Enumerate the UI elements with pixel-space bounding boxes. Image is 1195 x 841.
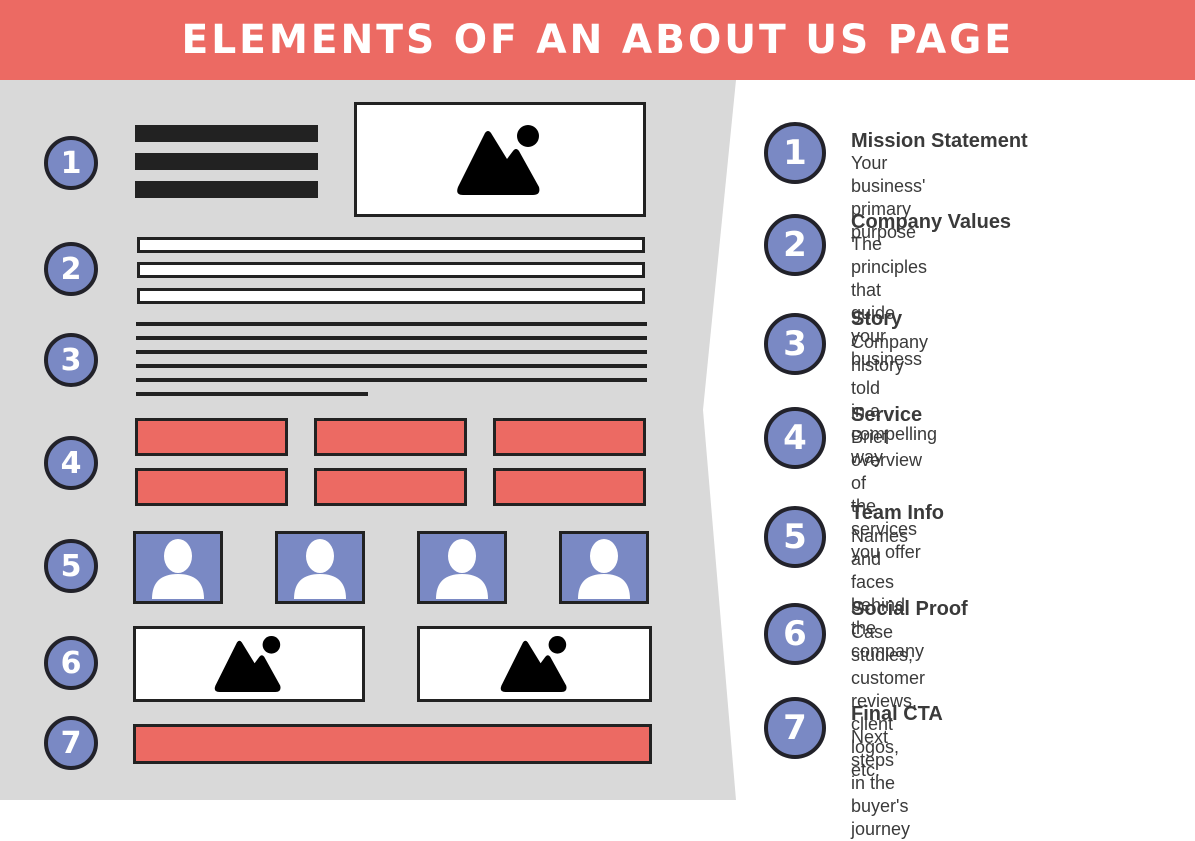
wireframe-marker-5: 5 — [44, 539, 98, 593]
image-icon — [214, 636, 281, 692]
service-box — [493, 468, 646, 506]
user-icon — [152, 539, 204, 599]
service-box — [314, 468, 467, 506]
service-box — [314, 418, 467, 456]
heading-bar — [135, 125, 318, 142]
wireframe-marker-7: 7 — [44, 716, 98, 770]
values-bar — [137, 288, 645, 304]
legend-number-badge: 4 — [764, 407, 826, 469]
user-icon — [294, 539, 346, 599]
heading-bar — [135, 181, 318, 198]
legend-title: Story — [851, 308, 903, 330]
wireframe-marker-1: 1 — [44, 136, 98, 190]
wireframe-marker-4: 4 — [44, 436, 98, 490]
header-banner: ELEMENTS OF AN ABOUT US PAGE — [0, 0, 1195, 80]
heading-bar — [135, 153, 318, 170]
wireframe-marker-3: 3 — [44, 333, 98, 387]
legend-title: Team Info — [851, 502, 944, 524]
text-line — [136, 322, 647, 326]
legend-number-badge: 7 — [764, 697, 826, 759]
hero-image-placeholder — [354, 102, 646, 217]
proof-image-placeholder — [417, 626, 652, 702]
legend-number-badge: 5 — [764, 506, 826, 568]
team-avatar — [275, 531, 365, 604]
legend-title: Service — [851, 404, 923, 426]
service-box — [135, 468, 288, 506]
proof-image-placeholder — [133, 626, 365, 702]
legend-number-badge: 1 — [764, 122, 826, 184]
image-icon — [500, 636, 567, 692]
values-bar — [137, 262, 645, 278]
text-line — [136, 378, 647, 382]
text-line — [136, 392, 368, 396]
page-title: ELEMENTS OF AN ABOUT US PAGE — [181, 17, 1014, 63]
legend-number-badge: 3 — [764, 313, 826, 375]
text-line — [136, 364, 647, 368]
text-line — [136, 336, 647, 340]
values-bar — [137, 237, 645, 253]
service-box — [493, 418, 646, 456]
wireframe-marker-6: 6 — [44, 636, 98, 690]
team-avatar — [133, 531, 223, 604]
legend-number-badge: 2 — [764, 214, 826, 276]
image-icon — [457, 124, 540, 195]
service-box — [135, 418, 288, 456]
team-avatar — [417, 531, 507, 604]
legend-description: Next steps in the buyer's journey — [851, 727, 911, 839]
team-avatar — [559, 531, 649, 604]
cta-bar — [133, 724, 652, 764]
legend-title: Social Proof — [851, 598, 968, 620]
user-icon — [436, 539, 488, 599]
user-icon — [578, 539, 630, 599]
legend-title: Mission Statement — [851, 130, 1028, 152]
legend-number-badge: 6 — [764, 603, 826, 665]
legend-title: Final CTA — [851, 703, 943, 725]
legend-title: Company Values — [851, 211, 1012, 233]
text-line — [136, 350, 647, 354]
wireframe-marker-2: 2 — [44, 242, 98, 296]
